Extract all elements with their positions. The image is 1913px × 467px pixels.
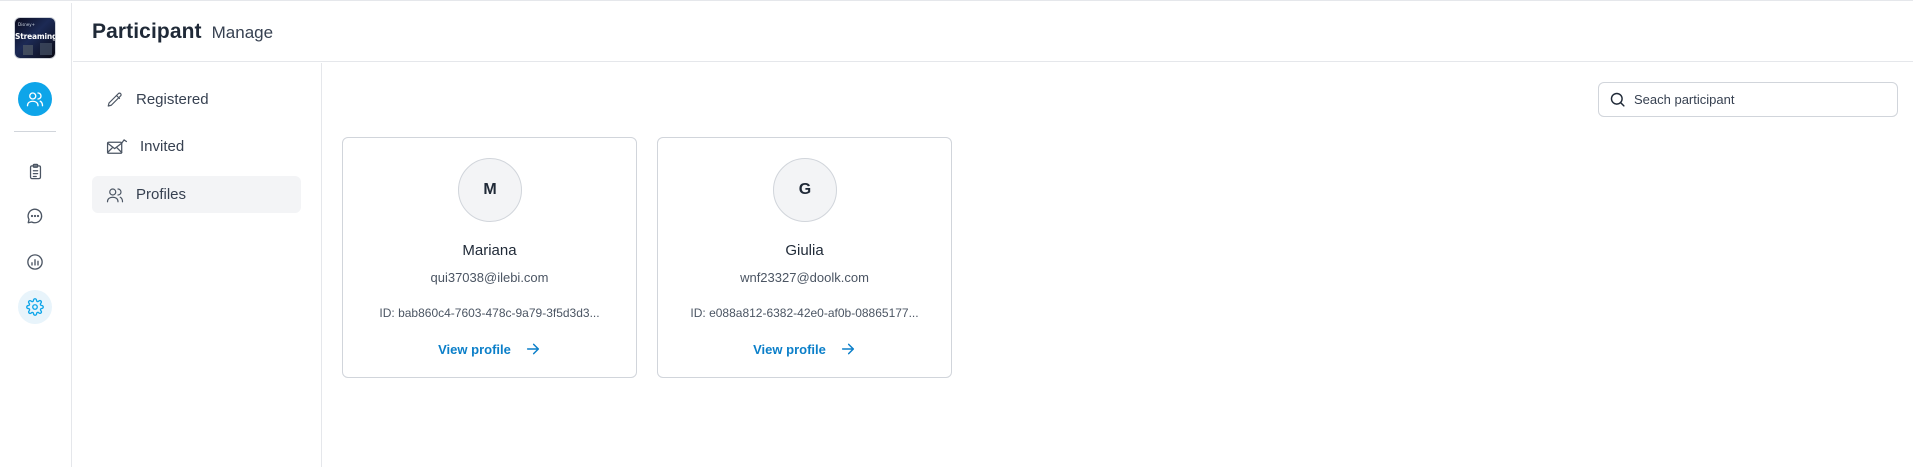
icon-rail: Disney+ Streaming	[0, 3, 72, 467]
pencil-icon	[107, 92, 122, 107]
participant-submenu: Registered Invited Profiles	[73, 63, 322, 467]
submenu-item-registered[interactable]: Registered	[92, 81, 301, 118]
view-profile-link[interactable]: View profile	[343, 341, 636, 357]
view-profile-label: View profile	[438, 341, 511, 357]
profile-email: qui37038@ilebi.com	[430, 270, 549, 285]
search-input[interactable]	[1634, 92, 1884, 107]
submenu-item-label: Registered	[136, 91, 209, 108]
rail-item-messages[interactable]	[18, 199, 52, 233]
rail-item-settings[interactable]	[18, 290, 52, 324]
submenu-item-invited[interactable]: Invited	[92, 128, 301, 165]
page-title: Participant	[92, 20, 202, 43]
profile-id: ID: e088a812-6382-42e0-af0b-08865177...	[690, 306, 919, 320]
submenu-item-label: Invited	[140, 138, 185, 155]
rail-item-tasks[interactable]	[18, 154, 52, 188]
submenu-item-label: Profiles	[136, 186, 187, 203]
page-subtitle: Manage	[211, 23, 274, 42]
rail-item-analytics[interactable]	[18, 245, 52, 279]
search-box[interactable]	[1598, 82, 1898, 117]
search-icon	[1610, 92, 1625, 107]
submenu-item-profiles[interactable]: Profiles	[92, 176, 301, 213]
profile-card: M Mariana qui37038@ilebi.com ID: bab860c…	[342, 137, 637, 378]
settings-icon	[26, 298, 44, 316]
mail-icon	[106, 138, 128, 154]
logo-text: Streaming	[15, 32, 56, 41]
logo-decoration	[23, 45, 33, 55]
users-icon	[26, 92, 44, 107]
profile-name: Mariana	[462, 242, 517, 259]
view-profile-label: View profile	[753, 341, 826, 357]
profile-card: G Giulia wnf23327@doolk.com ID: e088a812…	[657, 137, 952, 378]
profile-email: wnf23327@doolk.com	[740, 270, 869, 285]
avatar: G	[773, 158, 837, 222]
profile-id: ID: bab860c4-7603-478c-9a79-3f5d3d3...	[379, 306, 600, 320]
profile-name: Giulia	[785, 242, 824, 259]
users-icon	[106, 187, 124, 202]
chart-icon	[27, 254, 43, 270]
view-profile-link[interactable]: View profile	[658, 341, 951, 357]
rail-divider	[14, 131, 56, 132]
arrow-right-icon	[525, 341, 541, 357]
arrow-right-icon	[840, 341, 856, 357]
app-logo[interactable]: Disney+ Streaming	[14, 17, 56, 59]
chat-icon	[27, 208, 43, 224]
logo-decoration	[40, 43, 52, 55]
avatar: M	[458, 158, 522, 222]
page-header: Participant Manage	[73, 3, 1913, 62]
clipboard-icon	[29, 163, 41, 179]
logo-brand-text: Disney+	[18, 22, 35, 27]
rail-item-participants[interactable]	[18, 82, 52, 116]
